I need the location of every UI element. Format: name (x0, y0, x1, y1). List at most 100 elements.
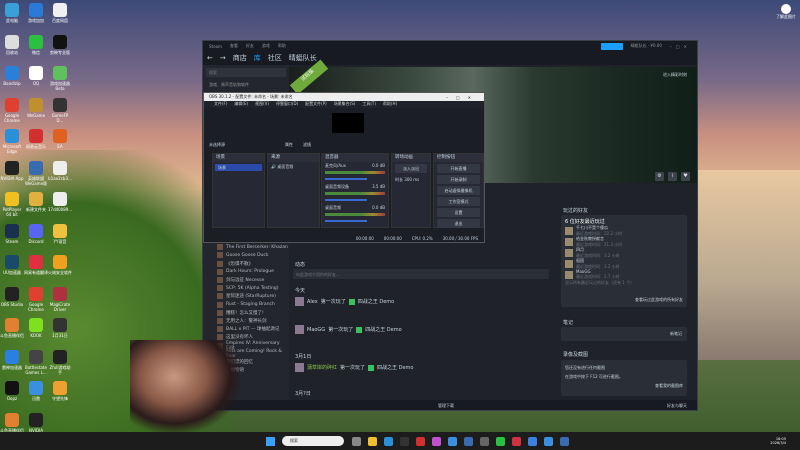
desktop-icon[interactable]: 百度网盘 (48, 3, 72, 23)
library-item[interactable]: Dark Hours: Prologue (203, 268, 289, 276)
desktop-icon[interactable]: UU加速器 (0, 255, 24, 275)
transition-select[interactable]: 淡入淡出 (395, 164, 427, 173)
desktop-icon[interactable]: OBS Studio (0, 286, 24, 307)
friend-item[interactable]: 千七川不是个傻瓜 最近游戏时间：22.2 小时 (565, 225, 683, 236)
desktop-icon[interactable]: 英雄联盟 WeGame版 (24, 160, 48, 186)
filter-select[interactable]: 游戏、原声音轨和软件 (206, 80, 286, 89)
taskbar-app-icon[interactable] (384, 436, 393, 446)
control-button[interactable]: 启动虚拟摄像机 (437, 186, 480, 195)
control-button[interactable]: 设置 (437, 208, 480, 217)
taskbar-app-icon[interactable] (416, 436, 425, 446)
menu-item[interactable]: 视图(V) (255, 101, 269, 108)
desktop-icon[interactable]: Zfull游戏助手 (48, 349, 72, 375)
nav-profile[interactable]: 晴蜓队长 (289, 53, 317, 63)
menu-item[interactable]: 文件(F) (214, 101, 227, 108)
nav-community[interactable]: 社区 (268, 53, 282, 63)
desktop-icon[interactable]: MagiCrate Driver (48, 286, 72, 312)
menu-item[interactable]: 游戏 (262, 43, 270, 49)
friend-item[interactable]: 祖国 最近游戏时间：3.2 小时 (565, 258, 683, 269)
taskbar-app-icon[interactable] (496, 436, 505, 446)
nav-library[interactable]: 库 (254, 53, 261, 63)
desktop-icon[interactable]: 火绒安全软件 (48, 255, 72, 275)
desktop-icon[interactable]: KOOK (24, 318, 48, 338)
desktop-icon[interactable]: EA (48, 129, 72, 149)
desktop-icon[interactable]: Microsoft Edge (0, 129, 24, 154)
info-icon[interactable]: i (668, 172, 677, 181)
friend-item[interactable]: MaoGG 最近游戏时间：2.7 小时 (565, 269, 683, 280)
desktop-icon[interactable]: 回收站 (0, 34, 24, 55)
desktop-icon[interactable]: 游戏加速器 Beta (48, 66, 72, 91)
desktop-icon[interactable]: Discord (24, 223, 48, 244)
menu-item[interactable]: 查看 (230, 43, 238, 49)
taskbar-app-icon[interactable] (464, 436, 473, 446)
desktop-icon[interactable]: 剪映专业版 (48, 34, 72, 55)
avatar[interactable] (295, 363, 304, 372)
feed-user[interactable]: Alex (307, 299, 318, 305)
clock[interactable]: 18:05 2026/3/4 (770, 437, 786, 445)
desktop-icon[interactable]: 游戏加加 (24, 3, 48, 23)
desktop-icon[interactable]: 迅雷 (24, 381, 48, 401)
volume-slider[interactable] (325, 220, 367, 222)
properties-button[interactable]: 属性 (285, 142, 293, 147)
desktop-icon[interactable]: Google Chrome (0, 97, 24, 123)
desktop-icon[interactable]: 微信 (24, 34, 48, 55)
taskbar-app-icon[interactable] (560, 436, 569, 446)
feed-user[interactable]: MaoGG (307, 327, 325, 333)
desktop-icon[interactable]: Oopz (0, 381, 24, 401)
taskbar-app-icon[interactable] (352, 436, 361, 446)
avatar[interactable] (295, 297, 304, 306)
desktop-icon[interactable]: 网易有道翻译 (24, 255, 48, 275)
control-button[interactable]: 开始录制 (437, 175, 480, 184)
desktop-icon[interactable]: 1月31日 (48, 318, 72, 338)
menu-item[interactable]: 停靠窗口(D) (276, 101, 298, 108)
desktop-icon[interactable]: 斗鱼直播伴侣 (0, 412, 24, 433)
library-item[interactable]: Goose Goose Duck (203, 251, 289, 259)
friend-item[interactable]: 四月 最近游戏时间：3.2 小时 (565, 247, 683, 258)
friend-item[interactable]: 给金秋教授献言 最近游戏时间：21.3 小时 (565, 236, 683, 247)
desktop-icon[interactable]: 守望先锋 (48, 381, 72, 401)
desktop-icon[interactable]: 17d40089... (48, 192, 72, 212)
heart-icon[interactable]: ♥ (681, 172, 690, 181)
friends-all-link[interactable]: 查看玩过此游戏的所有好友 (635, 297, 683, 303)
library-item[interactable]: 星际迷途 (StarRupture) (203, 292, 289, 300)
scene-item[interactable]: 场景 (215, 164, 262, 171)
library-item[interactable]: 无用之人：警神长剑 (203, 317, 289, 325)
menu-item[interactable]: Steam (209, 44, 222, 49)
control-button[interactable]: 工作室模式 (437, 197, 480, 206)
taskbar-app-icon[interactable] (512, 436, 521, 446)
menu-item[interactable]: 工具(T) (362, 101, 376, 108)
library-item[interactable]: Rust - Staging Branch (203, 301, 289, 309)
top-right-widget[interactable]: 了解此图片 (772, 4, 800, 20)
desktop-icon[interactable]: Steam (0, 223, 24, 244)
desktop-icon[interactable]: Google Chrome (24, 286, 48, 312)
menu-item[interactable]: 帮助(H) (383, 101, 397, 108)
search-box[interactable]: 搜索 (282, 436, 344, 446)
search-input[interactable]: 搜索 (206, 68, 286, 77)
window-controls[interactable]: –□✕ (446, 95, 479, 100)
feed-game[interactable]: 四战之王 Demo (358, 298, 394, 305)
feed-game[interactable]: 四战之王 Demo (377, 364, 413, 371)
filters-button[interactable]: 滤镜 (303, 142, 311, 147)
start-icon[interactable] (266, 436, 275, 446)
friends-chat-button[interactable]: 好友与聊天 (667, 403, 687, 409)
activity-input[interactable]: 向此游戏介绍你的好友... (293, 269, 549, 279)
desktop-icon[interactable]: WeGame (24, 97, 48, 118)
desktop-icon[interactable]: QQ (24, 66, 48, 86)
volume-slider[interactable] (325, 178, 367, 180)
friends-more-link[interactable]: 显示所有最近玩过的好友（还有 1 个） (565, 280, 683, 286)
menu-item[interactable]: 场景集合(S) (334, 101, 356, 108)
announce-button[interactable] (600, 42, 623, 50)
desktop-icon[interactable]: 新建文件夹 (24, 192, 48, 212)
taskbar-app-icon[interactable] (448, 436, 457, 446)
desktop-icon[interactable]: GameFP D... (48, 97, 72, 123)
desktop-icon[interactable]: PotPlayer 64 bit (0, 192, 24, 217)
account-name[interactable]: 晴蜓队长 · ¥0.00 (631, 43, 662, 49)
screenshot-library-link[interactable]: 查看我的截图库 (565, 381, 683, 390)
library-item[interactable]: 糟糕！怎么又慢了! (203, 309, 289, 317)
control-button[interactable]: 开始直播 (437, 164, 480, 173)
desktop-icon[interactable]: 雷神加速器 (0, 349, 24, 370)
desktop-icon[interactable]: 此电脑 (0, 3, 24, 23)
library-item[interactable]: 剑与远征 Necesse (203, 276, 289, 284)
taskbar-app-icon[interactable] (544, 436, 553, 446)
library-item[interactable]: The First Berserker: Khazan (203, 243, 289, 251)
